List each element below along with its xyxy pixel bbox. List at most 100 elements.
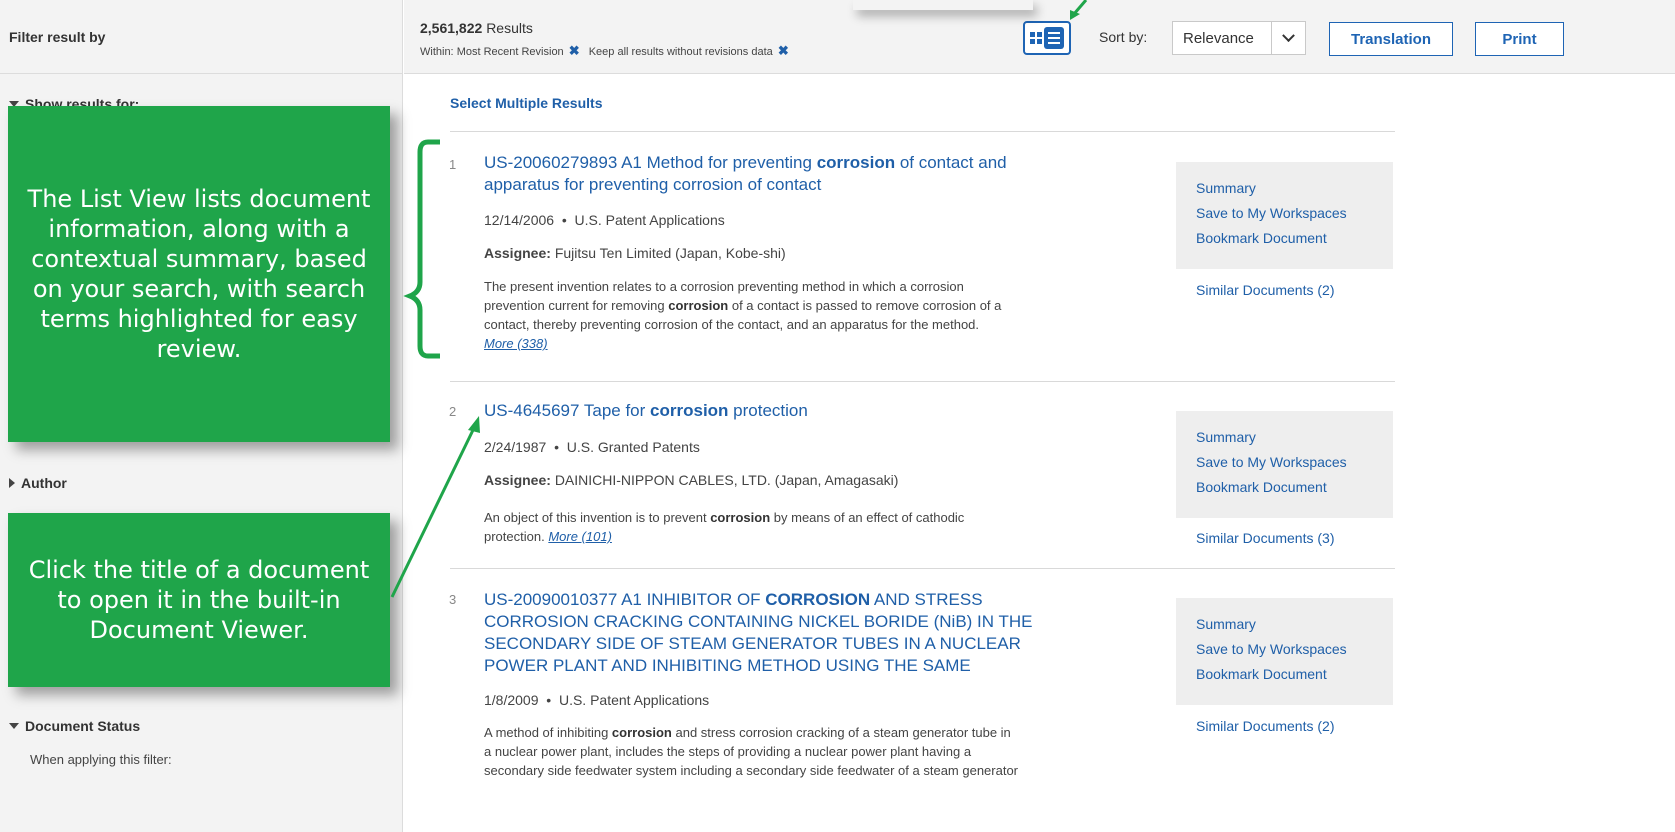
similar-documents-link[interactable]: Similar Documents (2) xyxy=(1196,282,1334,298)
bookmark-document-link[interactable]: Bookmark Document xyxy=(1196,666,1393,682)
results-count: 2,561,822 Results xyxy=(420,20,533,36)
assignee-value: Fujitsu Ten Limited (Japan, Kobe-shi) xyxy=(554,245,786,261)
result-title[interactable]: US-20090010377 A1 INHIBITOR OF CORROSION… xyxy=(484,589,1032,677)
assignee-label: Assignee: xyxy=(484,472,551,488)
result-source: U.S. Granted Patents xyxy=(566,439,700,455)
abstract-text: The present invention relates to a corro… xyxy=(484,279,964,294)
document-status-label: Document Status xyxy=(25,718,141,734)
result-actions: Summary Save to My Workspaces Bookmark D… xyxy=(1176,598,1393,705)
filter-chip-keep-results: Keep all results without revisions data xyxy=(588,46,773,58)
callout-click-title: Click the title of a document to open it… xyxy=(8,513,390,687)
document-status-toggle[interactable]: Document Status xyxy=(9,718,140,734)
save-to-workspaces-link[interactable]: Save to My Workspaces xyxy=(1196,641,1393,657)
title-text: SECONDARY SIDE OF STEAM GENERATOR TUBES … xyxy=(484,634,1021,653)
title-text: US-20060279893 A1 Method for preventing xyxy=(484,153,817,172)
result-actions: Summary Save to My Workspaces Bookmark D… xyxy=(1176,411,1393,518)
summary-link[interactable]: Summary xyxy=(1196,180,1393,196)
result-meta: 2/24/1987 • U.S. Granted Patents xyxy=(484,439,700,455)
more-link[interactable]: More (101) xyxy=(548,529,612,544)
sort-value: Relevance xyxy=(1183,29,1254,47)
remove-filter-icon[interactable]: ✖ xyxy=(569,43,580,58)
grid-view-icon[interactable] xyxy=(1030,32,1042,44)
sort-select[interactable]: Relevance xyxy=(1172,21,1306,55)
title-text: POWER PLANT AND INHIBITING METHOD USING … xyxy=(484,656,971,675)
print-button[interactable]: Print xyxy=(1475,22,1564,56)
title-highlight: corrosion xyxy=(816,153,896,172)
divider xyxy=(450,568,1395,569)
translation-button[interactable]: Translation xyxy=(1329,22,1453,56)
filter-chip-most-recent: Most Recent Revision xyxy=(456,46,564,58)
result-source: U.S. Patent Applications xyxy=(558,692,710,708)
active-filters: Within: Most Recent Revision ✖ Keep all … xyxy=(420,43,795,59)
author-filter-label: Author xyxy=(21,475,67,491)
list-view-icon[interactable] xyxy=(1044,27,1064,49)
results-count-label: Results xyxy=(486,20,533,36)
abstract-highlight: corrosion xyxy=(611,725,672,740)
save-to-workspaces-link[interactable]: Save to My Workspaces xyxy=(1196,454,1393,470)
more-link[interactable]: More (338) xyxy=(484,336,548,351)
summary-link[interactable]: Summary xyxy=(1196,429,1393,445)
title-text: AND STRESS xyxy=(870,590,983,609)
title-text: protection xyxy=(728,401,808,420)
title-highlight: CORROSION xyxy=(765,590,871,609)
abstract-text: contact, thereby preventing corrosion of… xyxy=(484,317,980,332)
caret-right-icon xyxy=(9,478,15,488)
summary-link[interactable]: Summary xyxy=(1196,616,1393,632)
abstract-text: and stress corrosion cracking of a steam… xyxy=(671,725,1011,740)
abstract-highlight: corrosion xyxy=(668,298,729,313)
save-to-workspaces-link[interactable]: Save to My Workspaces xyxy=(1196,205,1393,221)
result-source: U.S. Patent Applications xyxy=(574,212,725,228)
result-assignee: Assignee: Fujitsu Ten Limited (Japan, Ko… xyxy=(484,245,786,261)
within-label: Within: xyxy=(420,46,454,58)
result-date: 12/14/2006 xyxy=(484,212,555,228)
abstract-highlight: corrosion xyxy=(710,510,771,525)
result-date: 2/24/1987 xyxy=(484,439,547,455)
abstract-text: A method of inhibiting xyxy=(484,725,612,740)
remove-filter-icon[interactable]: ✖ xyxy=(778,43,789,58)
document-status-note: When applying this filter: xyxy=(30,752,172,767)
filter-header: Filter result by xyxy=(0,0,402,74)
abstract-text: a nuclear power plant, includes the step… xyxy=(484,744,972,759)
author-filter-toggle[interactable]: Author xyxy=(9,475,67,491)
result-title[interactable]: US-4645697 Tape for corrosion protection xyxy=(484,400,808,422)
title-text: of contact and xyxy=(895,153,1007,172)
result-assignee: Assignee: DAINICHI-NIPPON CABLES, LTD. (… xyxy=(484,472,898,488)
view-toggle xyxy=(1023,21,1071,55)
results-toolbar: 2,561,822 Results Within: Most Recent Re… xyxy=(404,0,1675,74)
sort-label: Sort by: xyxy=(1099,29,1148,45)
similar-documents-link[interactable]: Similar Documents (3) xyxy=(1196,530,1334,546)
search-results-page: Filter result by Show results for: Autho… xyxy=(0,0,1675,832)
result-meta: 1/8/2009 • U.S. Patent Applications xyxy=(484,692,710,708)
abstract-text: of a contact is passed to remove corrosi… xyxy=(728,298,1002,313)
caret-down-icon xyxy=(9,723,19,729)
result-number: 1 xyxy=(449,157,457,172)
result-abstract: An object of this invention is to preven… xyxy=(484,508,1164,546)
abstract-text: protection. xyxy=(484,529,545,544)
results-count-number: 2,561,822 xyxy=(420,20,483,36)
bookmark-document-link[interactable]: Bookmark Document xyxy=(1196,479,1393,495)
divider xyxy=(450,131,1395,132)
title-text: US-4645697 Tape for xyxy=(484,401,651,420)
title-highlight: corrosion xyxy=(650,401,729,420)
result-title[interactable]: US-20060279893 A1 Method for preventing … xyxy=(484,152,1007,196)
arrow-line xyxy=(390,427,476,598)
chevron-down-icon[interactable] xyxy=(1271,22,1305,54)
divider xyxy=(450,381,1395,382)
similar-documents-link[interactable]: Similar Documents (2) xyxy=(1196,718,1334,734)
title-text: apparatus for preventing corrosion of co… xyxy=(484,175,822,194)
callout-list-view: The List View lists document information… xyxy=(8,106,390,442)
result-abstract: The present invention relates to a corro… xyxy=(484,277,1164,353)
abstract-text: An object of this invention is to preven… xyxy=(484,510,711,525)
result-meta: 12/14/2006 • U.S. Patent Applications xyxy=(484,212,725,228)
arrow-head xyxy=(468,416,480,433)
abstract-text: secondary side feedwater system includin… xyxy=(484,763,1019,778)
result-date: 1/8/2009 xyxy=(484,692,539,708)
bracket-shape xyxy=(403,139,440,359)
title-text: US-20090010377 A1 INHIBITOR OF xyxy=(484,590,766,609)
result-abstract: A method of inhibiting corrosion and str… xyxy=(484,723,1164,780)
bookmark-document-link[interactable]: Bookmark Document xyxy=(1196,230,1393,246)
abstract-text: by means of an effect of cathodic xyxy=(770,510,965,525)
result-actions: Summary Save to My Workspaces Bookmark D… xyxy=(1176,162,1393,269)
select-multiple-link[interactable]: Select Multiple Results xyxy=(450,95,602,111)
assignee-label: Assignee: xyxy=(484,245,551,261)
